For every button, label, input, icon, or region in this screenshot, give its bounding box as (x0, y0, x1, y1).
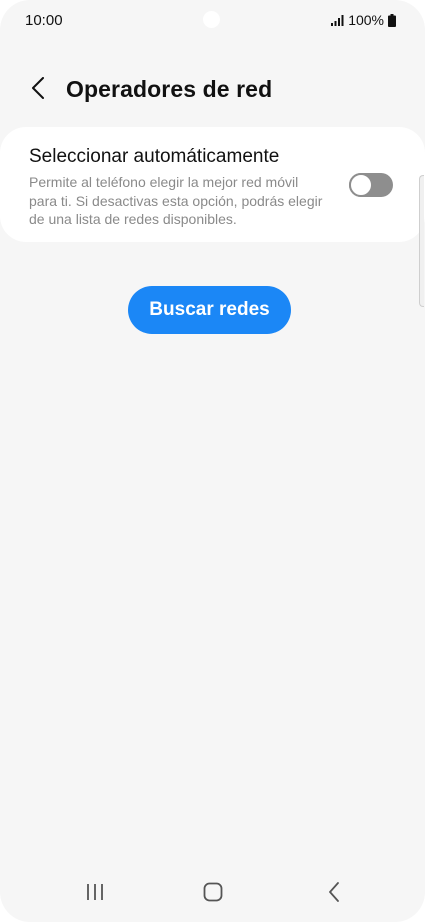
recents-icon (85, 883, 105, 906)
search-networks-button[interactable]: Buscar redes (128, 286, 291, 334)
nav-back-button[interactable] (314, 880, 354, 908)
recents-button[interactable] (75, 880, 115, 908)
phone-screen: 10:00 100% Operadores de red Seleccionar… (0, 0, 425, 922)
app-header: Operadores de red (0, 68, 425, 112)
signal-icon (331, 14, 344, 26)
status-indicators: 100% (331, 12, 396, 28)
auto-select-description: Permite al teléfono elegir la mejor red … (29, 174, 323, 227)
home-icon (203, 882, 223, 907)
home-button[interactable] (193, 880, 233, 908)
battery-icon (388, 13, 396, 27)
status-bar: 10:00 100% (0, 0, 425, 40)
auto-select-toggle[interactable] (349, 173, 393, 197)
camera-cutout (203, 11, 220, 28)
auto-select-title: Seleccionar automáticamente (29, 146, 280, 167)
battery-percentage: 100% (348, 12, 384, 28)
back-icon (328, 881, 340, 907)
chevron-left-icon (31, 76, 45, 104)
back-button[interactable] (22, 74, 54, 106)
toggle-knob (349, 173, 373, 197)
status-time: 10:00 (25, 12, 63, 29)
page-title: Operadores de red (66, 76, 273, 102)
scroll-edge-handle[interactable] (419, 175, 424, 307)
navigation-bar (0, 866, 425, 922)
